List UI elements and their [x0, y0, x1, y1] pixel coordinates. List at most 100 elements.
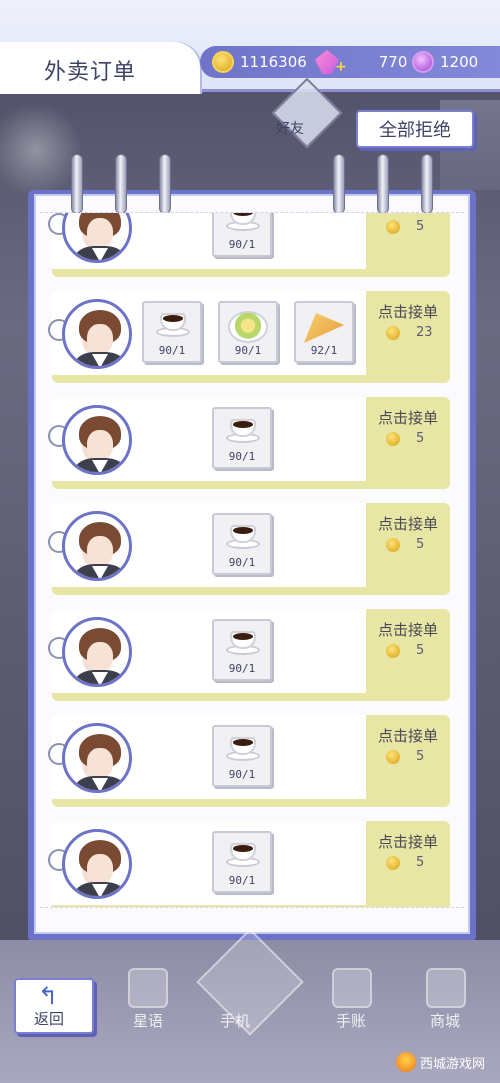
- accept-order-button[interactable]: 点击接单: [366, 831, 450, 852]
- order-item: 90/1: [212, 619, 272, 681]
- gold-coin-icon: [386, 749, 400, 764]
- gold-coin-icon: [386, 219, 400, 234]
- order-item: 92/1: [294, 301, 354, 363]
- order-reward: 5: [386, 431, 424, 446]
- gold-coin-icon: [212, 51, 234, 73]
- avatar-face: [87, 536, 113, 566]
- accept-order-button[interactable]: 点击接单: [366, 213, 450, 216]
- order-row: 90/1 点击接单 5: [48, 503, 450, 597]
- binder-ring-icon: [115, 154, 127, 214]
- nav-shop[interactable]: 商城: [430, 1010, 460, 1031]
- accept-order-button[interactable]: 点击接单: [366, 725, 450, 746]
- row-underline: [52, 375, 450, 383]
- cup-coffee: [233, 845, 253, 852]
- gold-coin-icon: [386, 643, 400, 658]
- cup-coffee: [163, 315, 183, 322]
- avatar-face: [87, 324, 113, 354]
- cup-coffee: [233, 739, 253, 746]
- accept-order-button[interactable]: 点击接单: [366, 513, 450, 534]
- reward-amount: 5: [416, 537, 425, 552]
- gold-coin-icon: [386, 325, 400, 340]
- row-underline: [52, 269, 450, 277]
- order-row: 90/1 点击接单 5: [48, 609, 450, 703]
- accept-order-button[interactable]: 点击接单: [366, 301, 450, 322]
- gold-coin-icon: [386, 855, 400, 870]
- cup-coffee: [233, 421, 253, 428]
- reward-amount: 5: [416, 643, 425, 658]
- binder-ring-icon: [71, 154, 83, 214]
- nav-stars[interactable]: 星语: [133, 1010, 163, 1031]
- order-row: 90/1 点击接单 5: [48, 397, 450, 491]
- item-quantity: 90/1: [234, 344, 262, 357]
- item-quantity: 90/1: [228, 874, 256, 887]
- binder-ring-icon: [159, 154, 171, 214]
- order-item: 90/1: [212, 725, 272, 787]
- item-quantity: 90/1: [228, 768, 256, 781]
- reject-all-button[interactable]: 全部拒绝: [356, 110, 474, 148]
- order-list[interactable]: 90/1点击接单590/190/192/1点击接单2390/1点击接单590/1…: [40, 212, 464, 908]
- cup-coffee: [233, 527, 253, 534]
- avatar-face: [87, 642, 113, 672]
- stars-icon[interactable]: [128, 968, 168, 1008]
- gold-amount: 1116306: [240, 53, 307, 71]
- energy-counter[interactable]: + 770: [315, 48, 407, 76]
- order-item: 90/1: [212, 407, 272, 469]
- order-row: 90/1 点击接单 5: [48, 213, 450, 279]
- row-underline: [52, 905, 450, 907]
- gold-coin-icon: [386, 537, 400, 552]
- gold-coin-icon: [386, 431, 400, 446]
- shop-icon[interactable]: [426, 968, 466, 1008]
- row-underline: [52, 481, 450, 489]
- binder-ring-icon: [421, 154, 433, 214]
- customer-avatar: [62, 405, 132, 475]
- item-quantity: 90/1: [228, 662, 256, 675]
- page-title: 外卖订单: [44, 60, 137, 85]
- reward-amount: 5: [416, 431, 425, 446]
- customer-avatar: [62, 299, 132, 369]
- coffee-cup-icon: [226, 419, 260, 443]
- accept-order-button[interactable]: 点击接单: [366, 619, 450, 640]
- customer-avatar: [62, 511, 132, 581]
- gold-counter[interactable]: 1116306: [212, 48, 307, 76]
- item-quantity: 90/1: [228, 238, 256, 251]
- item-quantity: 90/1: [228, 450, 256, 463]
- cup-coffee: [233, 633, 253, 640]
- order-item: 90/1: [142, 301, 202, 363]
- coffee-cup-icon: [226, 737, 260, 761]
- accept-order-button[interactable]: 点击接单: [366, 407, 450, 428]
- coffee-cup-icon: [226, 843, 260, 867]
- gem-counter[interactable]: 1200: [412, 48, 478, 76]
- gem-amount: 1200: [440, 53, 479, 71]
- coffee-cup-icon: [226, 631, 260, 655]
- order-item: 90/1: [212, 831, 272, 893]
- order-reward: 5: [386, 219, 424, 234]
- order-item: 90/1: [218, 301, 278, 363]
- notebook-icon[interactable]: [332, 968, 372, 1008]
- energy-amount: 770: [378, 53, 408, 71]
- item-quantity: 90/1: [158, 344, 186, 357]
- order-item: 90/1: [212, 513, 272, 575]
- row-underline: [52, 693, 450, 701]
- nav-notebook[interactable]: 手账: [336, 1010, 366, 1031]
- order-item: 90/1: [212, 213, 272, 257]
- watermark-logo-icon: [396, 1052, 416, 1072]
- row-underline: [52, 799, 450, 807]
- order-reward: 23: [386, 325, 433, 340]
- binder-ring-icon: [377, 154, 389, 214]
- avatar-face: [87, 430, 113, 460]
- gem-icon: [412, 51, 434, 73]
- salad-plate-icon: [228, 311, 268, 343]
- reward-amount: 5: [416, 749, 425, 764]
- watermark: 西城游戏网: [396, 1052, 485, 1072]
- coffee-cup-icon: [226, 525, 260, 549]
- customer-avatar: [62, 723, 132, 793]
- order-reward: 5: [386, 855, 424, 870]
- customer-avatar: [62, 617, 132, 687]
- reward-amount: 23: [416, 325, 433, 340]
- order-row: 90/1 点击接单 5: [48, 821, 450, 907]
- pizza-slice-icon: [304, 313, 344, 343]
- binder-ring-icon: [333, 154, 345, 214]
- order-reward: 5: [386, 643, 424, 658]
- reward-amount: 5: [416, 219, 425, 234]
- nav-phone[interactable]: 手机: [220, 1010, 250, 1031]
